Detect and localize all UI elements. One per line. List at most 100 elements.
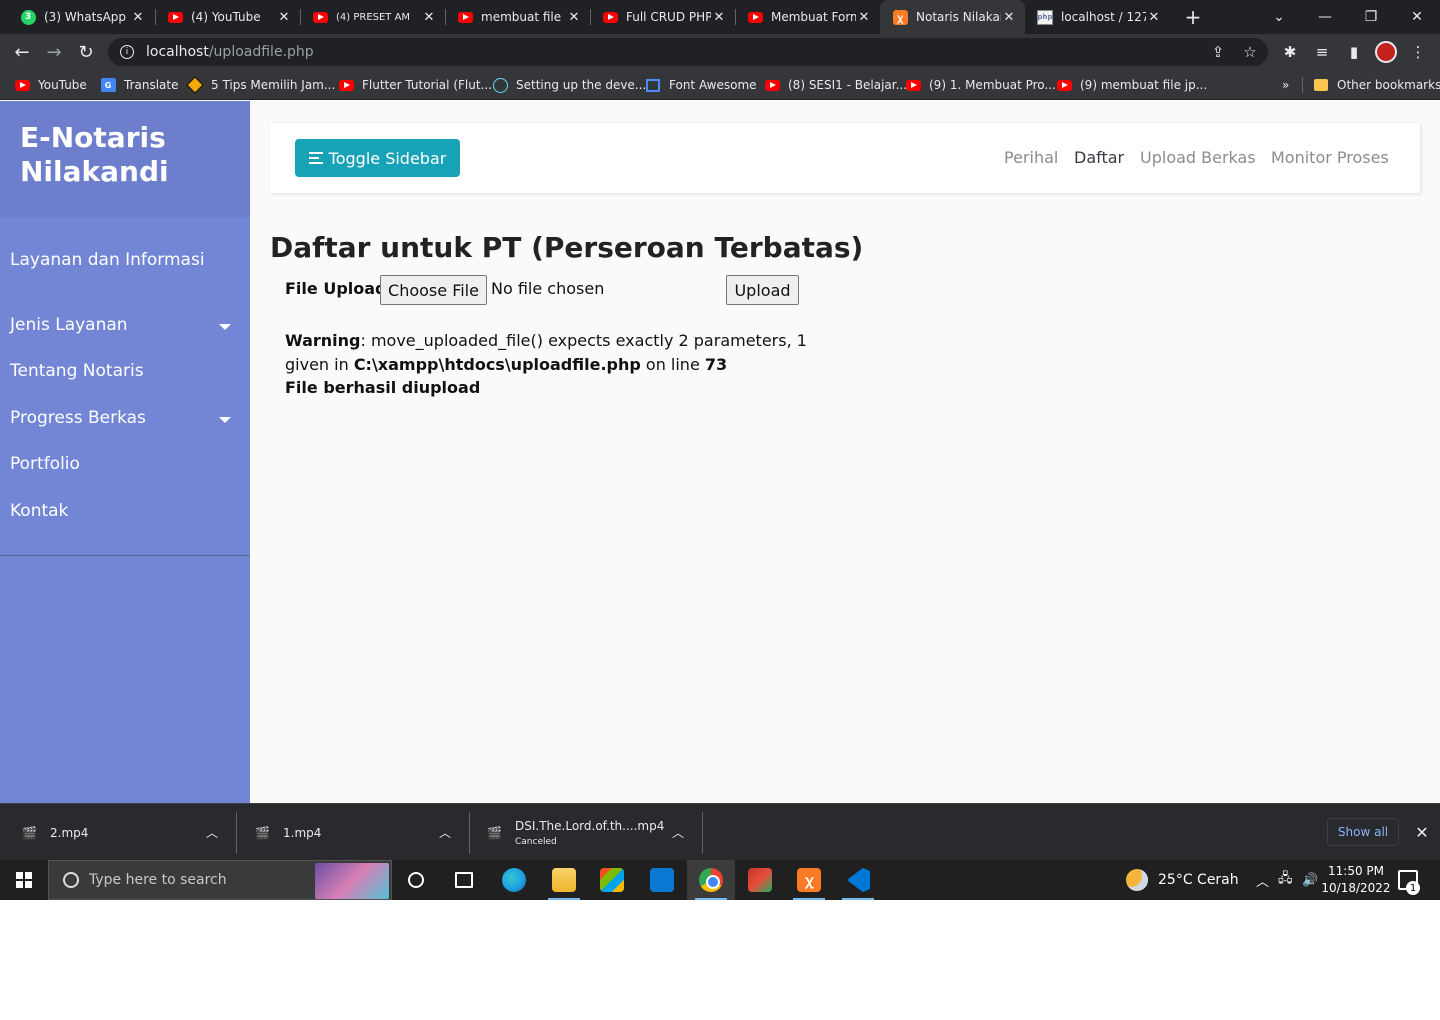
tab-title: (4) YouTube [191,10,261,24]
sidebar-item-progress-berkas[interactable]: Progress Berkas [10,408,146,428]
start-button[interactable] [0,860,48,900]
taskbar-edge[interactable] [490,860,538,900]
taskbar-vscode[interactable] [834,860,882,900]
tab-close-icon[interactable]: ✕ [1146,10,1162,25]
tab-close-icon[interactable]: ✕ [711,10,727,25]
sidebar-item-portfolio[interactable]: Portfolio [10,454,80,474]
task-view-button[interactable] [440,860,488,900]
sidebar-header: E-Notaris Nilakandi [0,101,250,217]
tab-close-icon[interactable]: ✕ [130,10,146,25]
tab-close-icon[interactable]: ✕ [1001,10,1017,25]
extensions-puzzle-icon[interactable]: ✱ [1280,42,1300,62]
nav-link-perihal[interactable]: Perihal [1004,148,1058,167]
notification-count-badge: 1 [1406,881,1420,895]
windows-taskbar: Type here to search ꭓ 25°C Cerah ︿ 🖧 🔊 1… [0,860,1440,900]
sidebar-item-tentang-notaris[interactable]: Tentang Notaris [10,361,144,381]
share-icon[interactable]: ⇪ [1208,42,1228,62]
vscode-icon [848,868,870,892]
bookmark-label: (9) membuat file jp... [1080,78,1208,92]
tab-title: Membuat Form [771,10,856,24]
volume-icon[interactable]: 🔊 [1302,860,1318,900]
taskbar-mail[interactable] [638,860,686,900]
tab-title: (4) PRESET AM [336,11,411,23]
bookmark-star-icon[interactable]: ☆ [1240,42,1260,62]
bookmark-5-tips[interactable]: 5 Tips Memilih Jam... [185,75,335,95]
tab-title: Full CRUD PHP [626,10,711,24]
bookmark-membuat-pro[interactable]: (9) 1. Membuat Pro... [905,76,1056,94]
tab-whatsapp[interactable]: 3 (3) WhatsApp ✕ [8,0,154,34]
choose-file-button[interactable]: Choose File [380,275,487,305]
taskbar-chrome[interactable] [687,860,735,900]
download-item[interactable]: 🎬 2.mp4 ︿ [22,804,236,861]
weather-text: 25°C Cerah [1158,872,1239,888]
taskbar-store[interactable] [588,860,636,900]
weather-widget[interactable]: 25°C Cerah [1126,860,1239,900]
tab-close-icon[interactable]: ✕ [566,10,582,25]
taskbar-search-box[interactable]: Type here to search [48,860,392,900]
download-item[interactable]: 🎬 1.mp4 ︿ [255,804,469,861]
youtube-icon [312,9,328,25]
download-item[interactable]: 🎬 DSI.The.Lord.of.th....mp4 Canceled ︿ [487,804,702,861]
close-icon[interactable]: ✕ [1412,820,1432,844]
bookmark-setting-up[interactable]: Setting up the deve... [492,76,646,94]
tab-close-icon[interactable]: ✕ [421,10,437,25]
sidebar-item-jenis-layanan[interactable]: Jenis Layanan [10,315,128,335]
new-tab-button[interactable]: + [1182,6,1204,28]
reload-icon[interactable]: ↻ [74,40,98,64]
chevron-up-icon[interactable]: ︿ [672,824,684,841]
other-bookmarks[interactable]: Other bookmarks [1313,76,1440,94]
address-bar[interactable]: i localhost /uploadfile.php ⇪ ☆ [108,38,1268,66]
minimize-button[interactable]: — [1302,0,1348,34]
menu-kebab-icon[interactable]: ⋮ [1408,42,1428,62]
tab-preset[interactable]: (4) PRESET AM ✕ [300,0,445,34]
tab-full-crud[interactable]: Full CRUD PHP ✕ [590,0,735,34]
tab-notaris-active[interactable]: ꭓ Notaris Nilakan ✕ [880,0,1025,34]
bookmark-sesi1[interactable]: (8) SESI1 - Belajar... [764,76,907,94]
close-window-button[interactable]: ✕ [1394,0,1440,34]
tab-title: localhost / 127. [1061,10,1146,24]
back-arrow-icon[interactable]: ← [10,40,34,64]
bookmarks-overflow-button[interactable]: » [1282,76,1289,94]
side-panel-icon[interactable]: ▮ [1344,42,1364,62]
tab-search-chevron-icon[interactable]: ⌄ [1256,0,1302,34]
blank-area [0,900,1440,1020]
toggle-sidebar-button[interactable]: Toggle Sidebar [295,139,460,177]
bookmark-flutter[interactable]: Flutter Tutorial (Flut... [338,76,492,94]
tab-youtube[interactable]: (4) YouTube ✕ [155,0,300,34]
nav-link-upload-berkas[interactable]: Upload Berkas [1140,148,1256,167]
bookmark-membuat-file[interactable]: (9) membuat file jp... [1056,76,1207,94]
taskbar-acrobat[interactable] [736,860,784,900]
nav-link-daftar[interactable]: Daftar [1074,148,1124,167]
chevron-up-icon[interactable]: ︿ [206,824,218,841]
bookmark-font-awesome[interactable]: Font Awesome [645,76,757,94]
chevron-up-icon[interactable]: ︿ [439,824,451,841]
tab-close-icon[interactable]: ✕ [856,10,872,25]
profile-avatar[interactable] [1375,41,1397,63]
network-icon[interactable]: 🖧 [1278,860,1293,900]
site-info-icon[interactable]: i [120,45,134,59]
caret-down-icon[interactable] [219,417,231,423]
taskbar-clock[interactable]: 11:50 PM 10/18/2022 [1318,863,1394,897]
show-all-downloads-button[interactable]: Show all [1327,818,1399,846]
bookmark-translate[interactable]: G Translate [100,76,179,94]
tab-membuat-file[interactable]: membuat file p ✕ [445,0,590,34]
forward-arrow-icon[interactable]: → [42,40,66,64]
bookmark-youtube[interactable]: YouTube [14,76,87,94]
media-queue-icon[interactable]: ≡ [1312,42,1332,62]
sidebar-item-kontak[interactable]: Kontak [10,501,68,521]
browser-tab-strip: 3 (3) WhatsApp ✕ (4) YouTube ✕ (4) PRESE… [0,0,1440,34]
upload-button[interactable]: Upload [726,275,799,305]
tab-phpmyadmin[interactable]: php localhost / 127. ✕ [1025,0,1170,34]
tab-close-icon[interactable]: ✕ [276,10,292,25]
warning-text-line: on line [640,355,705,374]
search-icon [63,872,79,888]
taskbar-xampp[interactable]: ꭓ [785,860,833,900]
restore-button[interactable]: ❐ [1348,0,1394,34]
tab-membuat-form[interactable]: Membuat Form ✕ [735,0,880,34]
taskbar-file-explorer[interactable] [540,860,588,900]
nav-link-monitor-proses[interactable]: Monitor Proses [1271,148,1389,167]
tray-overflow-icon[interactable]: ︿ [1256,860,1269,900]
cortana-button[interactable] [392,860,440,900]
sidebar-section-title: Layanan dan Informasi [10,250,205,270]
caret-down-icon[interactable] [219,324,231,330]
